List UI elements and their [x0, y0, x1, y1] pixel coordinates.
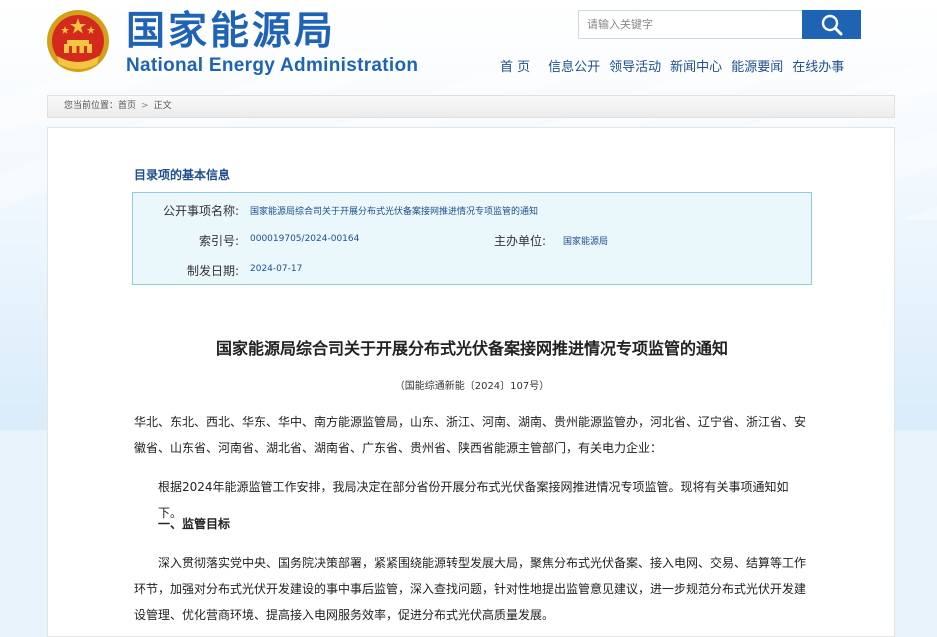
info-label-date: 制发日期:	[186, 264, 239, 278]
info-label-issuer: 主办单位:	[493, 234, 546, 248]
nav-item-news-center[interactable]: 新闻中心	[670, 56, 722, 75]
section-heading-1: 一、监管目标	[158, 517, 231, 531]
document-title: 国家能源局综合司关于开展分布式光伏备案接网推进情况专项监管的通知	[215, 339, 728, 358]
breadcrumb-current: 正文	[153, 101, 172, 111]
breadcrumb: 您当前位置：首页 > 正文	[47, 95, 895, 118]
search-input[interactable]	[579, 11, 803, 38]
breadcrumb-separator: >	[141, 101, 149, 111]
info-section-title: 目录项的基本信息	[134, 168, 231, 182]
main-nav: 首 页 信息公开 领导活动 新闻中心 能源要闻 在线办事	[500, 56, 853, 75]
section1-line-2: 环节，加强对分布式光伏开发建设的事中事后监管，深入查找问题，针对性地提出监管意见…	[134, 582, 807, 596]
section1-line-3: 设管理、优化营商环境、提高接入电网服务效率，促进分布式光伏高质量发展。	[134, 608, 555, 622]
nav-item-energy-news[interactable]: 能源要闻	[731, 56, 783, 75]
info-label-title: 公开事项名称:	[162, 204, 239, 218]
nav-item-home[interactable]: 首 页	[500, 56, 530, 75]
national-emblem-icon	[47, 10, 109, 72]
info-value-date: 2024-07-17	[250, 264, 303, 274]
info-label-index: 索引号:	[198, 234, 239, 248]
section1-line-1: 深入贯彻落实党中央、国务院决策部署，紧紧围绕能源转型发展大局，聚焦分布式光伏备案…	[158, 556, 807, 570]
site-logo-cn[interactable]: 国家能源局	[126, 8, 336, 56]
addressee-line-2: 徽省、山东省、河南省、湖北省、湖南省、广东省、贵州省、陕西省能源主管部门，有关电…	[134, 441, 663, 455]
site-logo-en[interactable]: National Energy Administration	[126, 55, 418, 77]
info-value-title: 国家能源局综合司关于开展分布式光伏备案接网推进情况专项监管的通知	[250, 207, 539, 217]
addressee-line-1: 华北、东北、西北、华东、华中、南方能源监管局，山东、浙江、河南、湖南、贵州能源监…	[134, 415, 807, 429]
content-panel: 目录项的基本信息 公开事项名称: 国家能源局综合司关于开展分布式光伏备案接网推进…	[47, 127, 895, 637]
document-number: （国能综通新能〔2024〕107号）	[394, 381, 550, 392]
search-box	[578, 10, 861, 39]
nav-item-leader-activities[interactable]: 领导活动	[609, 56, 661, 75]
search-icon	[821, 14, 842, 35]
nav-item-online-services[interactable]: 在线办事	[792, 56, 844, 75]
intro-paragraph: 根据2024年能源监管工作安排，我局决定在部分省份开展分布式光伏备案接网推进情况…	[158, 480, 789, 520]
info-value-issuer: 国家能源局	[563, 237, 609, 247]
info-value-index: 000019705/2024-00164	[250, 234, 360, 244]
breadcrumb-home[interactable]: 首页	[118, 101, 136, 111]
breadcrumb-prefix: 您当前位置：	[64, 101, 119, 111]
info-box: 公开事项名称: 国家能源局综合司关于开展分布式光伏备案接网推进情况专项监管的通知…	[132, 192, 812, 285]
search-button[interactable]	[802, 10, 861, 39]
nav-item-info-disclosure[interactable]: 信息公开	[548, 56, 600, 75]
